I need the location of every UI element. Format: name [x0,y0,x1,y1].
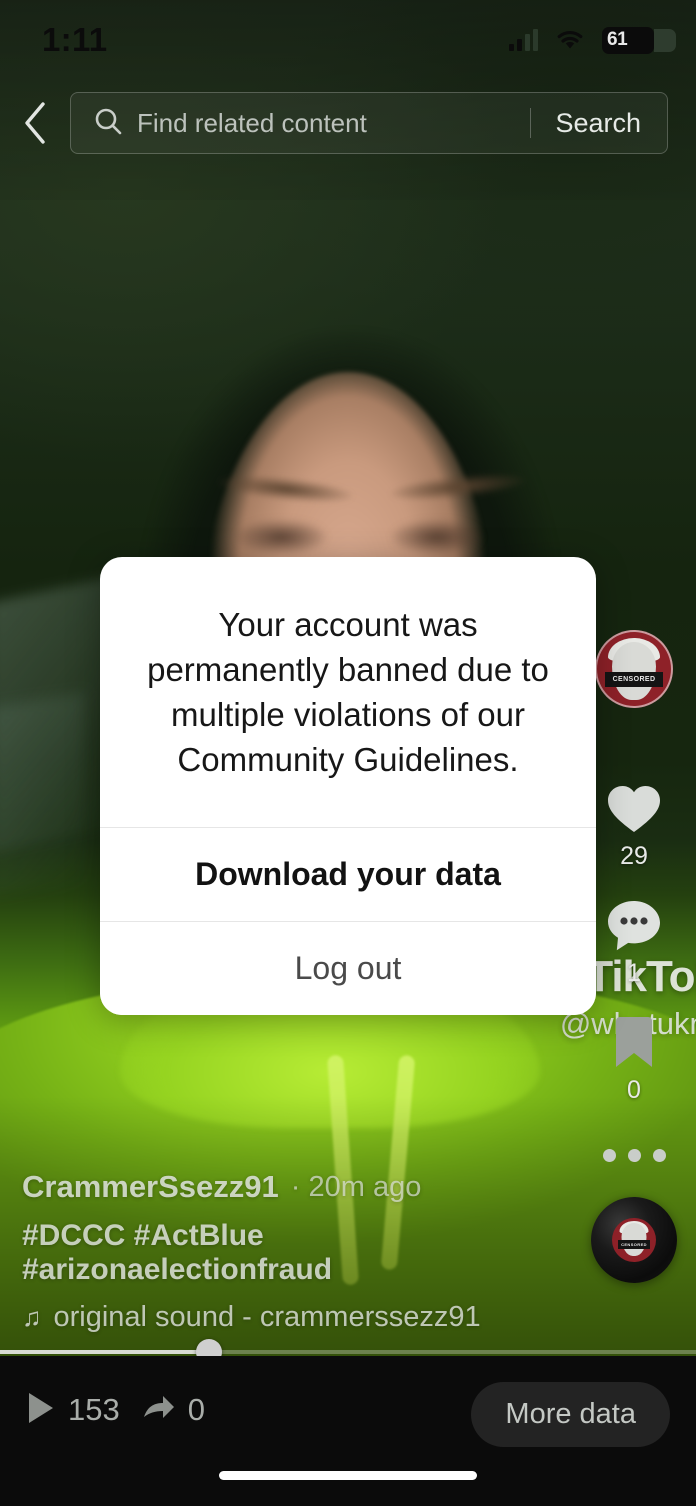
phone-screen: 1:11 61 Find related content Search CENS… [0,0,696,1506]
dialog-message: Your account was permanently banned due … [147,606,549,778]
account-banned-dialog: Your account was permanently banned due … [100,557,596,1015]
download-your-data-button[interactable]: Download your data [100,827,596,921]
log-out-button[interactable]: Log out [100,921,596,1015]
